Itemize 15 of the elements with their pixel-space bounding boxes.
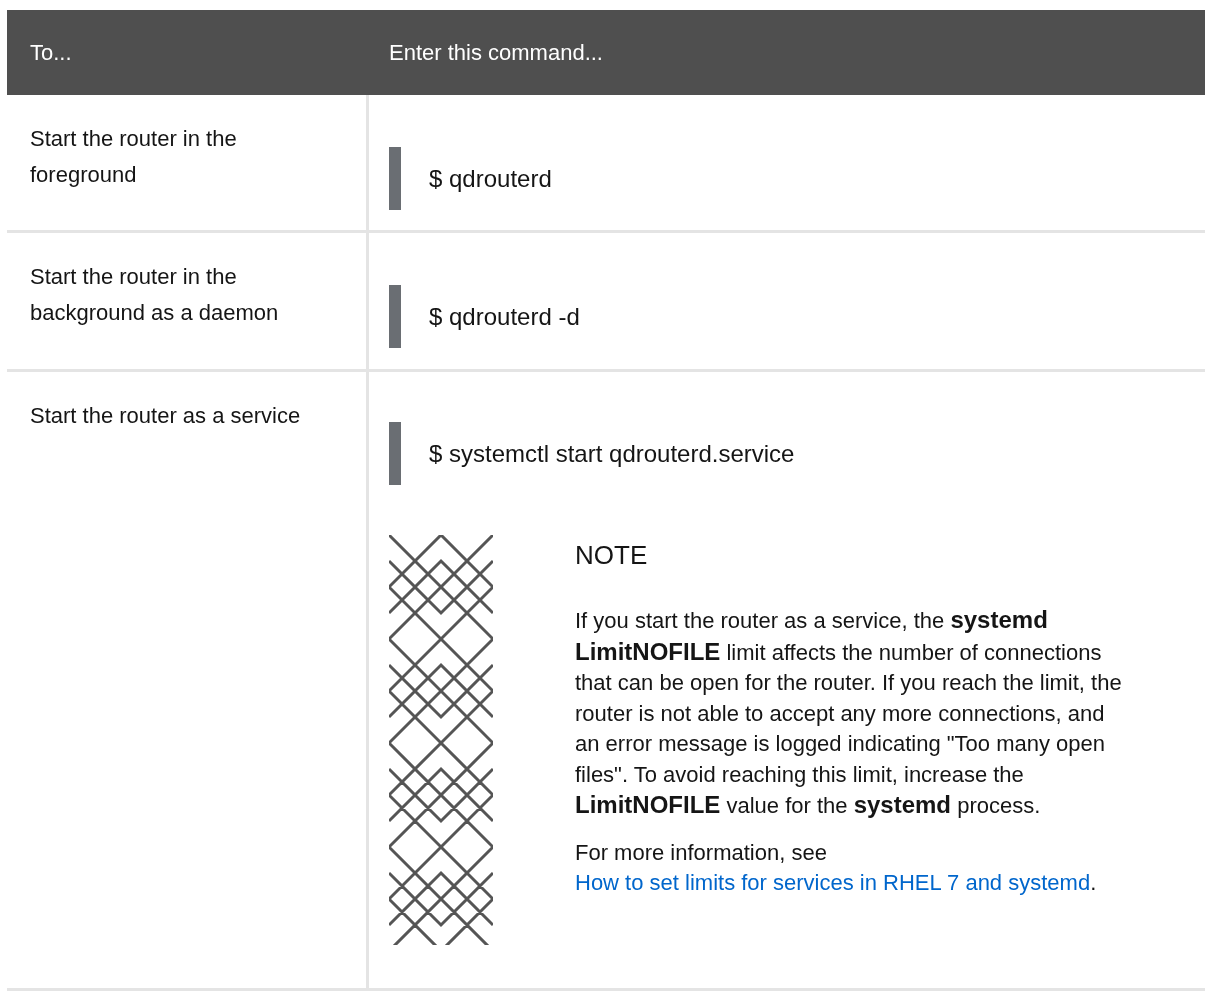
limits-link[interactable]: How to set limits for services in RHEL 7 and systemd xyxy=(575,870,1091,895)
column-header: Enter this command... xyxy=(369,10,1205,95)
note-text: If you start the router as a service, the systemd LimitNOFILE limit affects the number of connections that can be open for the router. If you reach the limit, the router is not able to accept any more connections, and an error message is logged indicating "Too many open files". To avoid reaching this limit, increase the LimitNOFILE value for the systemd process. xyxy=(575,605,1123,820)
command-text: $ qdrouterd -d xyxy=(429,301,580,332)
note-title: NOTE xyxy=(575,539,649,572)
code-accent-bar xyxy=(389,147,401,210)
table-cell: Start the router in the background as a daemon xyxy=(7,233,369,372)
code-accent-bar xyxy=(389,285,401,348)
table-cell: Start the router in the foreground xyxy=(7,95,369,233)
note-text: For more information, see How to set limits for services in RHEL 7 and systemd. xyxy=(575,838,1098,897)
table-cell: Start the router as a service xyxy=(7,372,369,991)
command-text: $ qdrouterd xyxy=(429,163,552,194)
command-text: $ systemctl start qdrouterd.service xyxy=(429,438,795,469)
code-accent-bar xyxy=(389,422,401,485)
column-header: To... xyxy=(7,10,369,95)
